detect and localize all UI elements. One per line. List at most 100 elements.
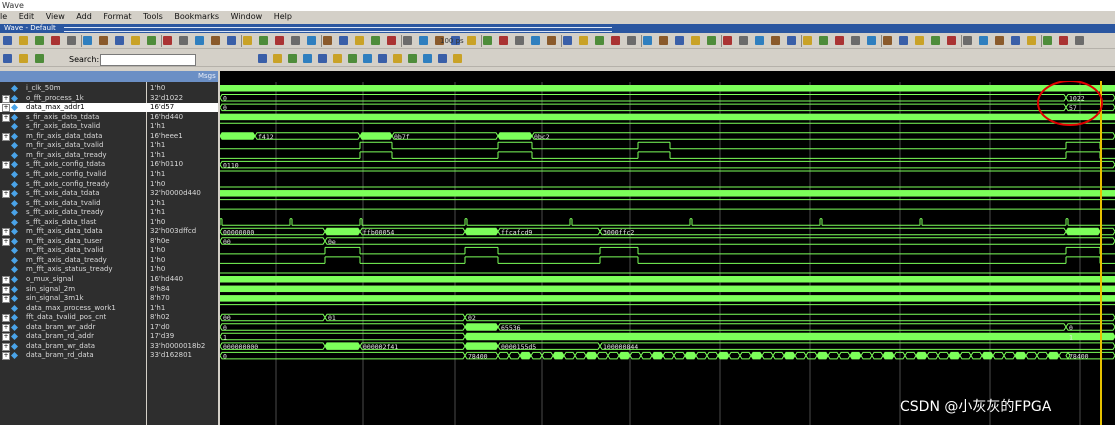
signal-row[interactable]: m_fft_axis_status_tready 1'h0: [0, 265, 218, 274]
toolbar-tool-icon[interactable]: [643, 36, 652, 45]
signal-row[interactable]: m_fft_axis_data_tready 1'h0: [0, 256, 218, 265]
toolbar-tool-icon[interactable]: [227, 36, 236, 45]
toolbar-tool-icon[interactable]: [318, 54, 327, 63]
toolbar-tool-icon[interactable]: [393, 54, 402, 63]
toolbar-tool-icon[interactable]: [211, 36, 220, 45]
toolbar-tool-icon[interactable]: [419, 36, 428, 45]
toolbar-tool-icon[interactable]: [378, 54, 387, 63]
signal-row[interactable]: + m_fir_axis_data_tdata 16'heee1: [0, 132, 218, 141]
signal-row[interactable]: + o_fft_process_1k 32'd1022: [0, 94, 218, 103]
toolbar-tool-icon[interactable]: [851, 36, 860, 45]
toolbar-tool-icon[interactable]: [1011, 36, 1020, 45]
expand-toggle-icon[interactable]: +: [2, 161, 10, 170]
expand-toggle-icon[interactable]: +: [2, 228, 10, 237]
signal-row[interactable]: data_max_process_work1 1'h1: [0, 304, 218, 313]
toolbar-tool-icon[interactable]: [739, 36, 748, 45]
expand-toggle-icon[interactable]: +: [2, 323, 10, 332]
toolbar-tool-icon[interactable]: [723, 36, 732, 45]
toolbar-tool-icon[interactable]: [288, 54, 297, 63]
toolbar-tool-icon[interactable]: [348, 54, 357, 63]
toolbar-tool-icon[interactable]: [963, 36, 972, 45]
expand-toggle-icon[interactable]: +: [2, 342, 10, 351]
menu-file[interactable]: le: [0, 12, 7, 21]
toolbar-tool-icon[interactable]: [979, 36, 988, 45]
expand-toggle-icon[interactable]: +: [2, 352, 10, 361]
menu-bookmarks[interactable]: Bookmarks: [174, 12, 219, 21]
toolbar-tool-icon[interactable]: [371, 36, 380, 45]
signal-row[interactable]: m_fir_axis_data_tvalid 1'h1: [0, 141, 218, 150]
toolbar-tool-icon[interactable]: [499, 36, 508, 45]
toolbar-tool-icon[interactable]: [291, 36, 300, 45]
toolbar-tool-icon[interactable]: [803, 36, 812, 45]
toolbar-tool-icon[interactable]: [323, 36, 332, 45]
toolbar-tool-icon[interactable]: [147, 36, 156, 45]
toolbar-tool-icon[interactable]: [1075, 36, 1084, 45]
toolbar-tool-icon[interactable]: [467, 36, 476, 45]
toolbar-tool-icon[interactable]: [438, 54, 447, 63]
toolbar-tool-icon[interactable]: [403, 36, 412, 45]
wave-window-tab[interactable]: Wave - Default: [0, 24, 1115, 33]
menu-tools[interactable]: Tools: [143, 12, 163, 21]
signal-row[interactable]: s_fft_axis_config_tvalid 1'h1: [0, 170, 218, 179]
zoom-value[interactable]: 100 ps: [440, 37, 464, 45]
toolbar-tool-icon[interactable]: [1027, 36, 1036, 45]
expand-toggle-icon[interactable]: +: [2, 285, 10, 294]
toolbar-tool-icon[interactable]: [931, 36, 940, 45]
signal-row[interactable]: + data_max_addr1 16'd57: [0, 103, 218, 113]
toolbar-tool-icon[interactable]: [515, 36, 524, 45]
toolbar-tool-icon[interactable]: [408, 54, 417, 63]
signal-row[interactable]: + data_bram_rd_addr 17'd39: [0, 332, 218, 342]
signal-row[interactable]: m_fir_axis_data_tready 1'h1: [0, 151, 218, 160]
expand-toggle-icon[interactable]: +: [2, 113, 10, 122]
toolbar-tool-icon[interactable]: [611, 36, 620, 45]
toolbar-tool-icon[interactable]: [387, 36, 396, 45]
toolbar-tool-icon[interactable]: [3, 54, 12, 63]
toolbar-tool-icon[interactable]: [19, 36, 28, 45]
expand-toggle-icon[interactable]: +: [2, 104, 10, 113]
toolbar-tool-icon[interactable]: [915, 36, 924, 45]
signal-row[interactable]: + s_fft_axis_data_tdata 32'h0000d440: [0, 189, 218, 199]
menu-help[interactable]: Help: [274, 12, 292, 21]
menu-view[interactable]: View: [46, 12, 65, 21]
toolbar-tool-icon[interactable]: [563, 36, 572, 45]
waveform-canvas[interactable]: 0 10220 57f412 0b7f 0bc2011000000000 ffb00054…: [220, 71, 1115, 425]
signal-row[interactable]: s_fir_axis_data_tvalid 1'h1: [0, 122, 218, 131]
toolbar-tool-icon[interactable]: [35, 54, 44, 63]
toolbar-tool-icon[interactable]: [163, 36, 172, 45]
toolbar-tool-icon[interactable]: [83, 36, 92, 45]
tab-drag-handle[interactable]: [64, 27, 612, 32]
toolbar-tool-icon[interactable]: [363, 54, 372, 63]
toolbar-tool-icon[interactable]: [1043, 36, 1052, 45]
expand-toggle-icon[interactable]: +: [2, 333, 10, 342]
menu-format[interactable]: Format: [103, 12, 131, 21]
toolbar-tool-icon[interactable]: [307, 36, 316, 45]
expand-toggle-icon[interactable]: +: [2, 276, 10, 284]
toolbar-tool-icon[interactable]: [333, 54, 342, 63]
toolbar-tool-icon[interactable]: [179, 36, 188, 45]
toolbar-tool-icon[interactable]: [67, 36, 76, 45]
toolbar-tool-icon[interactable]: [771, 36, 780, 45]
toolbar-tool-icon[interactable]: [339, 36, 348, 45]
signal-row[interactable]: s_fft_axis_data_tlast 1'h0: [0, 218, 218, 227]
signal-row[interactable]: + o_mux_signal 16'hd440: [0, 275, 218, 284]
toolbar-tool-icon[interactable]: [1059, 36, 1068, 45]
toolbar-tool-icon[interactable]: [131, 36, 140, 45]
toolbar-tool-icon[interactable]: [691, 36, 700, 45]
toolbar-tool-icon[interactable]: [273, 54, 282, 63]
signal-row[interactable]: s_fft_axis_data_tvalid 1'h1: [0, 199, 218, 208]
expand-toggle-icon[interactable]: +: [2, 314, 10, 323]
expand-toggle-icon[interactable]: +: [2, 237, 10, 246]
signal-row[interactable]: s_fft_axis_data_tready 1'h1: [0, 208, 218, 217]
toolbar-tool-icon[interactable]: [51, 36, 60, 45]
toolbar-tool-icon[interactable]: [259, 36, 268, 45]
signal-row[interactable]: + sin_signal_2m 8'h84: [0, 285, 218, 294]
toolbar-tool-icon[interactable]: [115, 36, 124, 45]
toolbar-tool-icon[interactable]: [819, 36, 828, 45]
toolbar-tool-icon[interactable]: [355, 36, 364, 45]
signal-row[interactable]: + fft_data_tvalid_pos_cnt 8'h02: [0, 313, 218, 323]
toolbar-tool-icon[interactable]: [627, 36, 636, 45]
signal-row[interactable]: + sin_signal_3m1k 8'h70: [0, 294, 218, 304]
toolbar-tool-icon[interactable]: [3, 36, 12, 45]
toolbar-tool-icon[interactable]: [19, 54, 28, 63]
signal-row[interactable]: m_fft_axis_data_tvalid 1'h0: [0, 246, 218, 255]
